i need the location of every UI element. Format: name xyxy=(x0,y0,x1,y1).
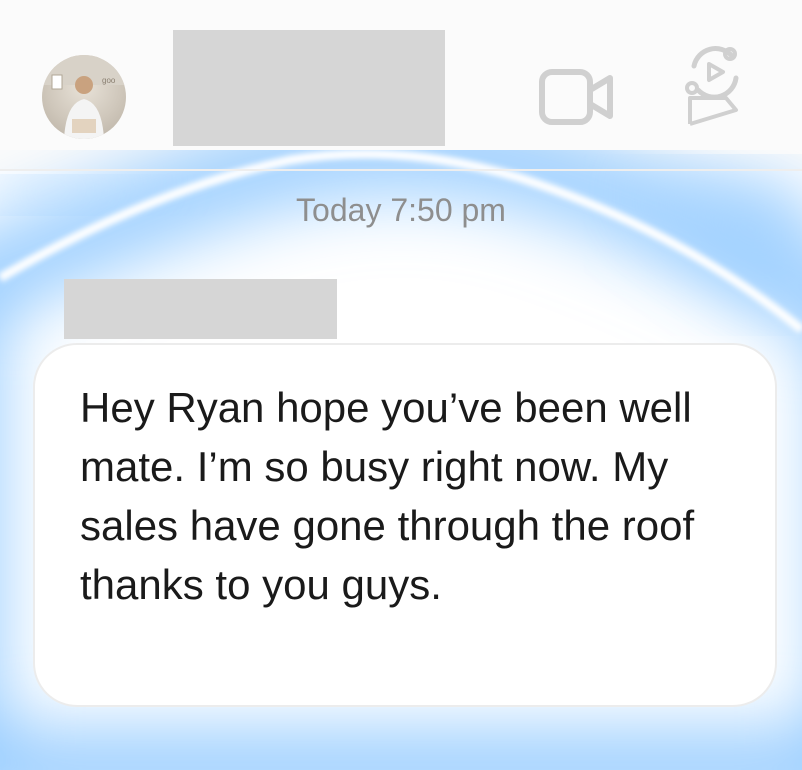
sender-name-redacted xyxy=(64,279,337,339)
message-timestamp: Today 7:50 pm xyxy=(296,192,506,228)
svg-text:goo: goo xyxy=(102,76,116,85)
header-divider xyxy=(0,169,802,171)
contact-name-redacted xyxy=(173,30,445,146)
live-video-icon[interactable] xyxy=(684,44,744,126)
contact-avatar[interactable]: goo xyxy=(42,55,126,139)
video-camera-icon[interactable] xyxy=(538,66,616,128)
message-text: Hey Ryan hope you’ve been well mate. I’m… xyxy=(80,384,695,608)
